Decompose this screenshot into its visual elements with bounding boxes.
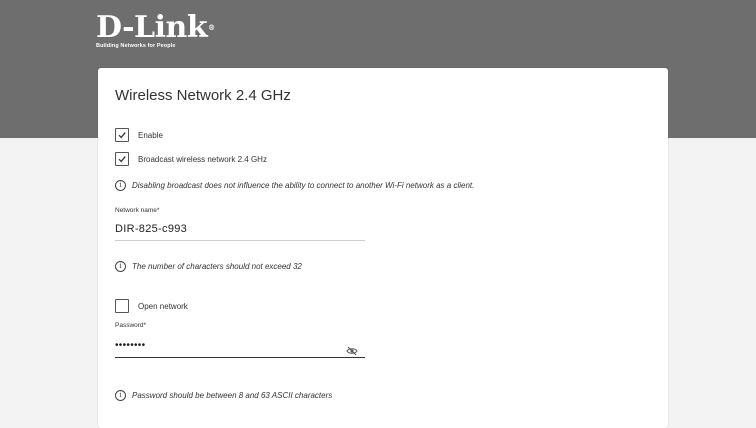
password-label: Password* [115, 322, 147, 329]
logo-trademark: ® [208, 23, 215, 32]
password-length-hint-text: Password should be between 8 and 63 ASCI… [132, 391, 333, 400]
checkmark-icon [118, 132, 126, 139]
broadcast-label: Broadcast wireless network 2.4 GHz [138, 154, 267, 164]
open-network-label: Open network [138, 301, 188, 311]
password-input[interactable]: •••••••• [115, 340, 145, 351]
open-network-checkbox-row[interactable]: Open network [115, 299, 188, 313]
broadcast-checkbox[interactable] [115, 152, 129, 166]
settings-card: Wireless Network 2.4 GHz Enable Broadcas… [98, 68, 668, 428]
network-name-label: Network name* [115, 207, 160, 214]
info-icon: i [115, 390, 126, 401]
network-name-input[interactable]: DIR-825-c993 [115, 223, 187, 235]
enable-checkbox[interactable] [115, 128, 129, 142]
section-title: Wireless Network 2.4 GHz [115, 87, 291, 104]
name-length-hint: i The number of characters should not ex… [115, 261, 302, 272]
broadcast-checkbox-row[interactable]: Broadcast wireless network 2.4 GHz [115, 152, 267, 166]
password-length-hint: i Password should be between 8 and 63 AS… [115, 390, 332, 401]
enable-checkbox-row[interactable]: Enable [115, 128, 163, 142]
checkmark-icon [118, 156, 126, 163]
network-name-underline [115, 240, 365, 241]
info-icon: i [115, 180, 126, 191]
name-length-hint-text: The number of characters should not exce… [132, 262, 302, 271]
broadcast-hint-text: Disabling broadcast does not influence t… [132, 181, 475, 190]
eye-off-icon[interactable] [346, 343, 358, 361]
broadcast-hint: i Disabling broadcast does not influence… [115, 180, 474, 191]
logo-wordmark: D-Link [96, 10, 208, 45]
enable-label: Enable [138, 130, 163, 140]
dlink-logo: D-Link® Building Networks for People [96, 13, 215, 50]
password-underline [115, 357, 365, 358]
info-icon: i [115, 261, 126, 272]
open-network-checkbox[interactable] [115, 299, 129, 313]
